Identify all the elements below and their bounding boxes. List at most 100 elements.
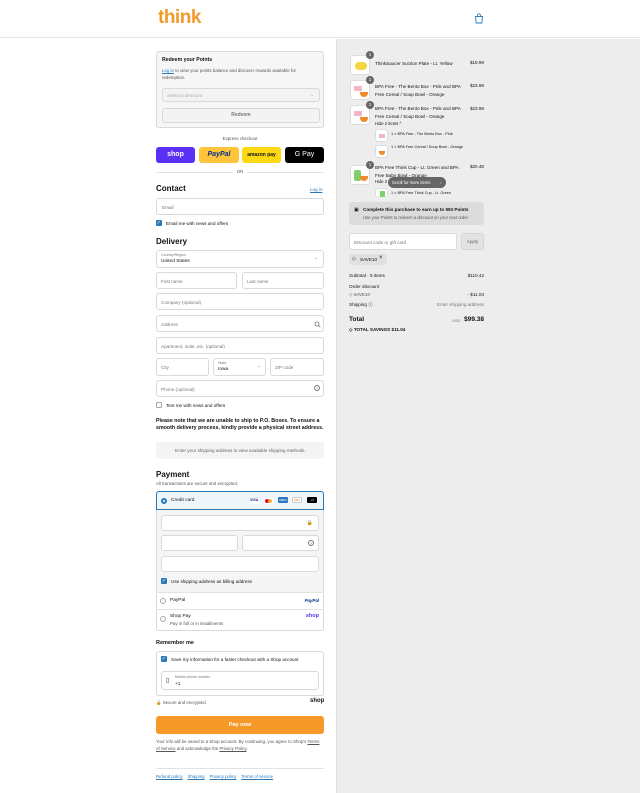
save-info-checkbox[interactable]: ✓ <box>161 656 167 662</box>
discount-select[interactable]: Select a discount ⌄ <box>162 88 320 102</box>
subtotal-label: Subtotal · 5 items <box>349 273 385 278</box>
apartment-field[interactable]: Apartment, suite, etc. (optional) <box>156 337 324 354</box>
chevron-down-icon: ⌄ <box>314 255 318 260</box>
paypal-logo: PayPal <box>304 598 319 603</box>
remember-heading: Remember me <box>156 640 194 646</box>
redeem-title: Redeem your Points <box>162 57 213 63</box>
news-checkbox[interactable]: ✓ <box>156 220 162 226</box>
mastercard-icon <box>264 498 274 504</box>
hide-items-toggle[interactable]: Hide 2 items ^ <box>375 120 401 128</box>
apply-button[interactable]: Apply <box>461 233 484 250</box>
sub-item-thumbnail <box>375 129 388 142</box>
city-field[interactable]: City <box>156 358 209 376</box>
company-field[interactable]: Company (optional) <box>156 293 324 310</box>
phone-field[interactable]: Phone (optional) ? <box>156 380 324 397</box>
mobile-phone-field[interactable]: ▯ Mobile phone number +1 <box>161 671 319 690</box>
help-icon[interactable]: ? <box>308 540 314 546</box>
text-news-checkbox[interactable] <box>156 402 162 408</box>
total-value: $99.38 <box>464 316 484 323</box>
amazon-pay-button[interactable]: amazon pay <box>242 147 281 163</box>
email-field[interactable]: Email <box>156 198 324 215</box>
delivery-heading: Delivery <box>156 237 188 246</box>
store-logo[interactable]: think <box>158 7 201 29</box>
shipping-label: Shipping ⓘ <box>349 302 373 307</box>
lock-icon: 🔒 <box>156 700 163 705</box>
last-name-field[interactable]: Last name <box>242 272 324 289</box>
billing-checkbox[interactable]: ✓ <box>161 578 167 584</box>
contact-login-link[interactable]: Log in <box>310 187 323 192</box>
cart-item-price: $23.98 <box>469 83 484 88</box>
sub-item: 1 × BPA Free Think Cup - Lt. Green <box>391 191 451 195</box>
secure-label: 🔒 Secure and encrypted <box>156 700 206 705</box>
search-icon <box>314 321 321 328</box>
name-on-card-field[interactable] <box>161 556 319 572</box>
total-label: Total <box>349 316 365 323</box>
shop-pay-radio[interactable] <box>160 616 166 622</box>
payment-subtitle: All transactions are secure and encrypte… <box>156 481 239 486</box>
payment-heading: Payment <box>156 470 190 479</box>
or-label: OR <box>233 169 247 174</box>
header: think <box>0 0 640 38</box>
shop-logo: shop <box>310 698 325 704</box>
text-news-label: Text me with news and offers <box>166 403 226 408</box>
zip-field[interactable]: ZIP code <box>270 358 324 376</box>
contact-heading: Contact <box>156 184 186 193</box>
discount-code-field[interactable]: Discount code or gift card <box>349 233 457 250</box>
shop-pay-button[interactable]: shop <box>156 147 195 163</box>
cart-item-name: BPA Free Think Cup - Lt. Green and BPA F… <box>375 165 459 178</box>
points-login-link[interactable]: Log in <box>162 68 174 73</box>
cart-item-name: BPA Free - The Bento Box - Pink and BPA … <box>375 84 461 97</box>
credit-card-option[interactable]: Credit card VISA AMEX DISC +4 <box>156 491 324 510</box>
sub-item: 1 × BPA Free - The Bento Box - Pink <box>391 132 453 136</box>
security-code-field[interactable]: ? <box>242 535 319 551</box>
arrow-down-icon: ↓ <box>439 180 442 185</box>
save-info-label: Save my information for a faster checkou… <box>171 657 299 662</box>
footer-links: Refund policy Shipping Privacy policy Te… <box>156 774 273 779</box>
scroll-more-pill[interactable]: Scroll for more items ↓ <box>388 177 446 188</box>
more-cards-icon: +4 <box>307 497 317 503</box>
card-number-field[interactable]: 🔒 <box>161 515 319 531</box>
help-icon[interactable]: ? <box>314 385 320 391</box>
phone-icon: ▯ <box>166 678 170 684</box>
shopping-bag-icon[interactable] <box>474 13 484 24</box>
shop-pay-logo: shop <box>305 613 319 619</box>
refund-policy-link[interactable]: Refund policy <box>156 774 183 779</box>
country-select[interactable]: Country/Region United States ⌄ <box>156 250 324 268</box>
quantity-badge: 1 <box>366 101 374 109</box>
expiration-field[interactable] <box>161 535 238 551</box>
total-savings: ◇ TOTAL SAVINGS $11.04 <box>349 327 406 332</box>
google-pay-button[interactable]: G Pay <box>285 147 324 163</box>
quantity-badge: 1 <box>366 161 374 169</box>
first-name-field[interactable]: First name <box>156 272 237 289</box>
cart-item-price: $20.48 <box>469 164 484 169</box>
amex-icon: AMEX <box>278 497 288 503</box>
lock-icon: 🔒 <box>306 520 313 526</box>
privacy-link[interactable]: Privacy Policy <box>219 746 246 751</box>
privacy-policy-link[interactable]: Privacy policy <box>209 774 236 779</box>
visa-icon: VISA <box>250 498 260 504</box>
quantity-badge: 1 <box>366 76 374 84</box>
chevron-down-icon: ⌄ <box>310 92 314 97</box>
shop-pay-option[interactable]: Shop Pay Pay in full or in installments … <box>156 609 324 631</box>
terms-of-service-link[interactable]: Terms of service <box>241 774 273 779</box>
paypal-radio[interactable] <box>160 598 166 604</box>
state-select[interactable]: State Iowa ⌄ <box>213 358 266 376</box>
remove-discount-icon[interactable]: × <box>379 255 383 261</box>
credit-card-radio[interactable] <box>161 498 167 504</box>
address-field[interactable]: Address <box>156 315 324 332</box>
redeem-button[interactable]: Redeem <box>162 108 320 123</box>
sub-item-thumbnail <box>375 188 388 197</box>
hide-items-toggle[interactable]: Hide 2 <box>375 178 387 186</box>
paypal-option[interactable]: PayPal PayPal <box>156 592 324 609</box>
cart-item-name: BPA Free - The Bento Box - Pink and BPA … <box>375 106 461 119</box>
po-box-note: Please note that we are unable to ship t… <box>156 418 324 431</box>
shipping-link[interactable]: Shipping <box>188 774 205 779</box>
info-icon: ⓘ <box>368 302 373 307</box>
cart-item-price: $23.98 <box>469 106 484 111</box>
earn-points-banner: ▣ Complete this purchase to earn up to 9… <box>349 202 484 225</box>
redeem-body: Log in to view your points balance and d… <box>162 68 296 80</box>
redeem-points-panel: Redeem your Points Log in to view your p… <box>156 51 324 128</box>
order-discount-label: Order discount <box>349 284 380 289</box>
paypal-button[interactable]: PayPal <box>199 147 239 163</box>
pay-now-button[interactable]: Pay now <box>156 716 324 734</box>
